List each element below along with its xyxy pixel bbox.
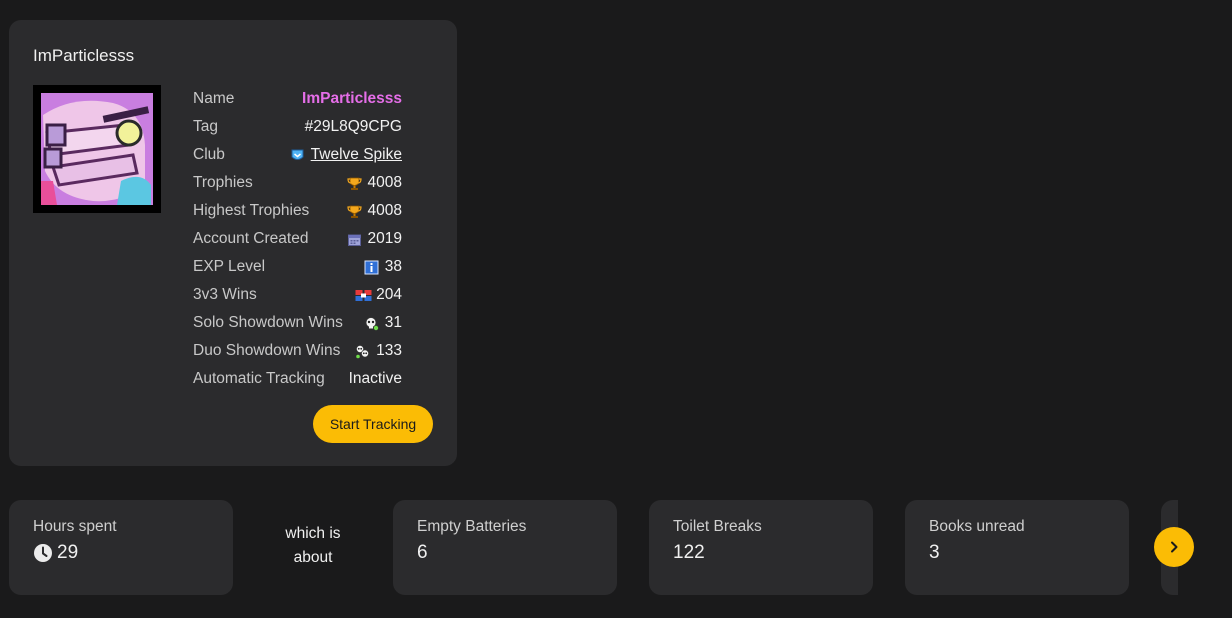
- stat-label: Tag: [193, 118, 218, 135]
- tile-label: Books unread: [929, 518, 1025, 535]
- stat-row-name: Name ImParticlesss: [193, 85, 402, 113]
- stat-label: Automatic Tracking: [193, 370, 325, 387]
- calendar-icon: [347, 232, 362, 247]
- stat-label: Highest Trophies: [193, 202, 310, 219]
- account-created-value: 2019: [367, 230, 402, 247]
- info-icon: [364, 260, 379, 275]
- profile-card: ImParticlesss Name ImParticlesss Tag #29…: [9, 20, 457, 466]
- stat-row-duo-showdown-wins: Duo Showdown Wins 133: [193, 337, 402, 365]
- stat-label: Trophies: [193, 174, 253, 191]
- stat-row-automatic-tracking: Automatic Tracking Inactive: [193, 365, 402, 393]
- trophy-icon: [346, 176, 362, 191]
- stat-tile-books-unread: Books unread 3: [905, 500, 1129, 595]
- stat-row-3v3-wins: 3v3 Wins 204: [193, 281, 402, 309]
- stat-row-tag: Tag #29L8Q9CPG: [193, 113, 402, 141]
- stat-label: EXP Level: [193, 258, 266, 275]
- tile-label: Empty Batteries: [417, 518, 527, 535]
- duo-showdown-wins-value: 133: [376, 342, 402, 359]
- stat-label: 3v3 Wins: [193, 286, 257, 303]
- solo-showdown-wins-value: 31: [384, 314, 402, 331]
- tile-label: Toilet Breaks: [673, 518, 762, 535]
- stat-row-club: Club Twelve Spike: [193, 141, 402, 169]
- chevron-right-icon: [1167, 540, 1181, 554]
- stat-row-exp-level: EXP Level 38: [193, 253, 402, 281]
- highest-trophies-value: 4008: [367, 202, 402, 219]
- player-name: ImParticlesss: [302, 90, 402, 107]
- stat-tile-empty-batteries: Empty Batteries 6: [393, 500, 617, 595]
- connector-line: about: [293, 549, 333, 566]
- connector-line: which is: [285, 525, 341, 542]
- tile-value: 3: [929, 542, 940, 563]
- connector-text: which is about: [262, 522, 364, 570]
- stat-tile-hours-spent: Hours spent 29: [9, 500, 233, 595]
- player-tag: #29L8Q9CPG: [304, 118, 402, 135]
- 3v3-wins-value: 204: [376, 286, 402, 303]
- clock-icon: [33, 543, 53, 563]
- profile-stats: Name ImParticlesss Tag #29L8Q9CPG Club T…: [193, 85, 402, 393]
- stat-label: Name: [193, 90, 235, 107]
- exp-level-value: 38: [384, 258, 402, 275]
- tile-label: Hours spent: [33, 518, 117, 535]
- duo-skull-icon: [355, 344, 370, 359]
- tile-value: 29: [57, 542, 79, 563]
- brawler-portrait-icon: [33, 85, 161, 213]
- profile-title: ImParticlesss: [33, 46, 135, 65]
- start-tracking-button[interactable]: Start Tracking: [313, 405, 433, 443]
- stat-label: Duo Showdown Wins: [193, 342, 341, 359]
- club-badge-icon: [290, 148, 305, 163]
- tile-value: 122: [673, 542, 705, 563]
- stat-label: Account Created: [193, 230, 309, 247]
- carousel-next-button[interactable]: [1154, 527, 1194, 567]
- stat-row-account-created: Account Created 2019: [193, 225, 402, 253]
- tile-value: 6: [417, 542, 428, 563]
- trophies-value: 4008: [367, 174, 402, 191]
- club-link[interactable]: Twelve Spike: [311, 146, 402, 164]
- stat-tile-toilet-breaks: Toilet Breaks 122: [649, 500, 873, 595]
- stat-label: Club: [193, 146, 225, 163]
- stat-row-solo-showdown-wins: Solo Showdown Wins 31: [193, 309, 402, 337]
- stat-row-highest-trophies: Highest Trophies 4008: [193, 197, 402, 225]
- 3v3-icon: [355, 288, 372, 303]
- skull-icon: [364, 316, 379, 331]
- stat-label: Solo Showdown Wins: [193, 314, 343, 331]
- trophy-icon: [346, 204, 362, 219]
- stat-row-trophies: Trophies 4008: [193, 169, 402, 197]
- tracking-status: Inactive: [348, 370, 402, 387]
